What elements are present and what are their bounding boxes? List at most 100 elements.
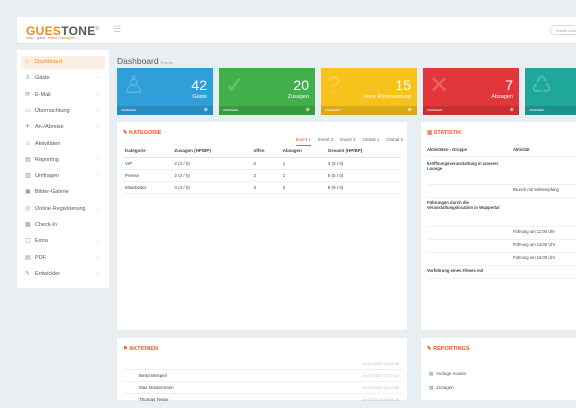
group-label: Eröffnungsveranstaltung in unserer Loung… bbox=[427, 161, 499, 171]
sidebar-item-label: Check-In bbox=[35, 222, 58, 228]
sidebar-item-7[interactable]: ▥ Umfragen ‹ bbox=[21, 170, 105, 183]
aktionen-title: ⚑ AKTIONEN bbox=[123, 346, 158, 352]
table-cell: 5 (5 / 0) bbox=[325, 169, 401, 182]
sidebar-item-3[interactable]: ▭ Übernachtung ‹ bbox=[21, 105, 105, 118]
users-icon: ♙ bbox=[25, 75, 31, 82]
aktionen-card: ⚑ AKTIONEN 03.01.2020 11:09:45 Berta Beis… bbox=[117, 338, 407, 406]
statistik-card: ▥ STATISTIK Aktivitäten - Gruppe Aktivitä… bbox=[421, 122, 576, 330]
report-link[interactable]: ▤ Zusagen bbox=[429, 385, 454, 391]
pdf-icon: ▤ bbox=[25, 254, 31, 261]
sidebar: ⌂ Dashboard ♙ Gäste ‹ ✉ E-Mail ‹ ▭ Übernachtung ‹ ✈… bbox=[17, 50, 109, 288]
action-timestamp: 09.06.2019 11:17:54 bbox=[362, 385, 399, 390]
chevron-icon: ‹ bbox=[97, 156, 99, 163]
action-timestamp: 16.01.2020 11:07:12 bbox=[362, 373, 399, 378]
chevron-icon: ‹ bbox=[97, 173, 99, 180]
column-header[interactable]: Zusagen (HP/BP) bbox=[172, 144, 252, 158]
group-label bbox=[427, 239, 507, 242]
stat-caption: Zusagen bbox=[287, 94, 309, 100]
sidebar-item-label: Extra bbox=[35, 238, 48, 245]
action-name: Berta Beispiel bbox=[139, 373, 167, 378]
stat-footer-link[interactable]: ANZEIGEN⊕ bbox=[525, 106, 576, 115]
main-content: Dashboard Events ♙ 42 Gäste ANZEIGEN ⊕ ✓ 20 Zusa… bbox=[116, 50, 576, 406]
list-item[interactable]: Max Mustermann 09.06.2019 11:17:54 bbox=[123, 382, 403, 394]
folder-icon: ▢ bbox=[25, 238, 31, 245]
table-cell: 2 (2 / 0) bbox=[172, 157, 252, 170]
stat-footer-link[interactable]: ANZEIGEN⊕ bbox=[423, 106, 519, 115]
bed-icon: ▭ bbox=[25, 107, 31, 114]
action-name: Thomas Tester bbox=[139, 397, 169, 402]
sidebar-item-9[interactable]: ◎ Online-Registrierung ‹ bbox=[21, 203, 105, 216]
action-timestamp: 24.03.2019 10:06:29 bbox=[362, 397, 399, 402]
arrow-right-icon: ⊕ bbox=[407, 107, 412, 113]
sidebar-item-10[interactable]: ▦ Check-In bbox=[21, 219, 105, 232]
tile-bg-icon: ♺ bbox=[531, 72, 553, 99]
menu-toggle-icon[interactable]: ☰ bbox=[113, 24, 121, 35]
chevron-icon: ‹ bbox=[97, 75, 99, 82]
sidebar-item-label: Reporting bbox=[35, 156, 59, 163]
sidebar-item-label: An-/Abreise bbox=[35, 124, 64, 131]
stat-caption: ohne Rückmeldung bbox=[363, 94, 411, 100]
statistik-row: Vorführung eines Filmes mit bbox=[427, 265, 576, 279]
search-input[interactable]: Suche suchen... bbox=[550, 25, 576, 35]
chevron-icon: ‹ bbox=[97, 270, 99, 277]
activity-icon: ☺ bbox=[25, 140, 32, 147]
table-cell: 2 bbox=[251, 169, 281, 182]
chevron-icon: ‹ bbox=[97, 107, 99, 114]
group-label bbox=[427, 252, 507, 255]
table-cell: 1 bbox=[280, 169, 326, 182]
table-cell: 3 bbox=[251, 181, 281, 194]
stat-caption: Absagen bbox=[491, 94, 513, 100]
report-link[interactable]: ▤ Vorlage muster bbox=[429, 371, 467, 377]
chevron-icon: ‹ bbox=[97, 91, 99, 98]
column-header[interactable]: Kategorie bbox=[123, 144, 173, 158]
sidebar-item-8[interactable]: ▣ Bilder-Galerie bbox=[21, 186, 105, 199]
table-cell: 4 (4 / 0) bbox=[172, 181, 252, 194]
plane-icon: ✈ bbox=[25, 124, 31, 131]
sidebar-item-12[interactable]: ▤ PDF ‹ bbox=[21, 252, 105, 265]
column-header[interactable]: Absagen bbox=[280, 144, 326, 158]
sidebar-item-2[interactable]: ✉ E-Mail ‹ bbox=[21, 89, 105, 102]
list-item[interactable]: Berta Beispiel 16.01.2020 11:07:12 bbox=[123, 370, 403, 382]
table-cell: 3 (3 / 0) bbox=[325, 157, 401, 170]
tile-bg-icon: ✓ bbox=[225, 72, 246, 99]
activity-label: Führung um 13:00 Uhr bbox=[513, 242, 556, 247]
sidebar-item-5[interactable]: ☺ Aktivitäten bbox=[21, 138, 105, 151]
sidebar-item-0[interactable]: ⌂ Dashboard bbox=[21, 56, 105, 69]
stat-footer-link[interactable]: ANZEIGEN⊕ bbox=[321, 106, 417, 115]
reportings-title: ✎ REPORTINGS bbox=[427, 346, 470, 352]
file-icon: ▤ bbox=[429, 371, 434, 376]
sidebar-item-13[interactable]: ✎ Entwickler ‹ bbox=[21, 268, 105, 281]
column-header[interactable]: Gesamt (HP/BP) bbox=[325, 144, 401, 158]
chevron-icon: ‹ bbox=[97, 124, 99, 131]
arrow-right-icon: ⊕ bbox=[305, 107, 310, 113]
checkin-icon: ▦ bbox=[25, 222, 31, 228]
stat-tile-0[interactable]: ♙ 42 Gäste ANZEIGEN ⊕ bbox=[117, 68, 213, 115]
home-icon: ⌂ bbox=[25, 59, 29, 65]
statistik-row: Führung um 11:00 Uhr bbox=[427, 226, 576, 240]
stat-tile-3[interactable]: ✕ 7 Absagen ANZEIGEN ⊕ bbox=[423, 68, 519, 115]
chevron-icon: ‹ bbox=[97, 254, 99, 261]
kategorie-title: ✎ KATEGORIE bbox=[123, 130, 162, 136]
table-cell: 1 bbox=[280, 157, 326, 170]
sidebar-item-11[interactable]: ▢ Extra ‹ bbox=[21, 235, 105, 248]
table-cell: 2 (2 / 0) bbox=[172, 169, 252, 182]
sidebar-item-1[interactable]: ♙ Gäste ‹ bbox=[21, 72, 105, 85]
list-item[interactable]: 03.01.2020 11:09:45 bbox=[123, 358, 403, 370]
list-item[interactable]: Thomas Tester 24.03.2019 10:06:29 bbox=[123, 394, 403, 406]
page-title: Dashboard Events bbox=[117, 56, 173, 66]
stat-value: 15 bbox=[395, 77, 411, 93]
arrow-right-icon: ⊕ bbox=[509, 107, 514, 113]
mail-icon: ✉ bbox=[25, 91, 31, 98]
action-timestamp: 03.01.2020 11:09:45 bbox=[362, 361, 399, 366]
tile-bg-icon: ? bbox=[327, 72, 341, 99]
stat-footer-link[interactable]: ANZEIGEN⊕ bbox=[219, 106, 315, 115]
sidebar-item-4[interactable]: ✈ An-/Abreise ‹ bbox=[21, 121, 105, 134]
stat-tile-2[interactable]: ? 15 ohne Rückmeldung ANZEIGEN ⊕ bbox=[321, 68, 417, 115]
sidebar-item-6[interactable]: ▤ Reporting ‹ bbox=[21, 154, 105, 167]
sidebar-item-label: Online-Registrierung bbox=[35, 205, 86, 212]
stat-footer-link[interactable]: ANZEIGEN⊕ bbox=[117, 106, 213, 115]
stat-tile-1[interactable]: ✓ 20 Zusagen ANZEIGEN ⊕ bbox=[219, 68, 315, 115]
top-bar: GUESTONE® crew · guest · event | managed… bbox=[17, 17, 576, 44]
column-header[interactable]: offen bbox=[251, 144, 281, 158]
stat-tile-4[interactable]: ♺ ANZEIGEN⊕ bbox=[525, 68, 576, 115]
